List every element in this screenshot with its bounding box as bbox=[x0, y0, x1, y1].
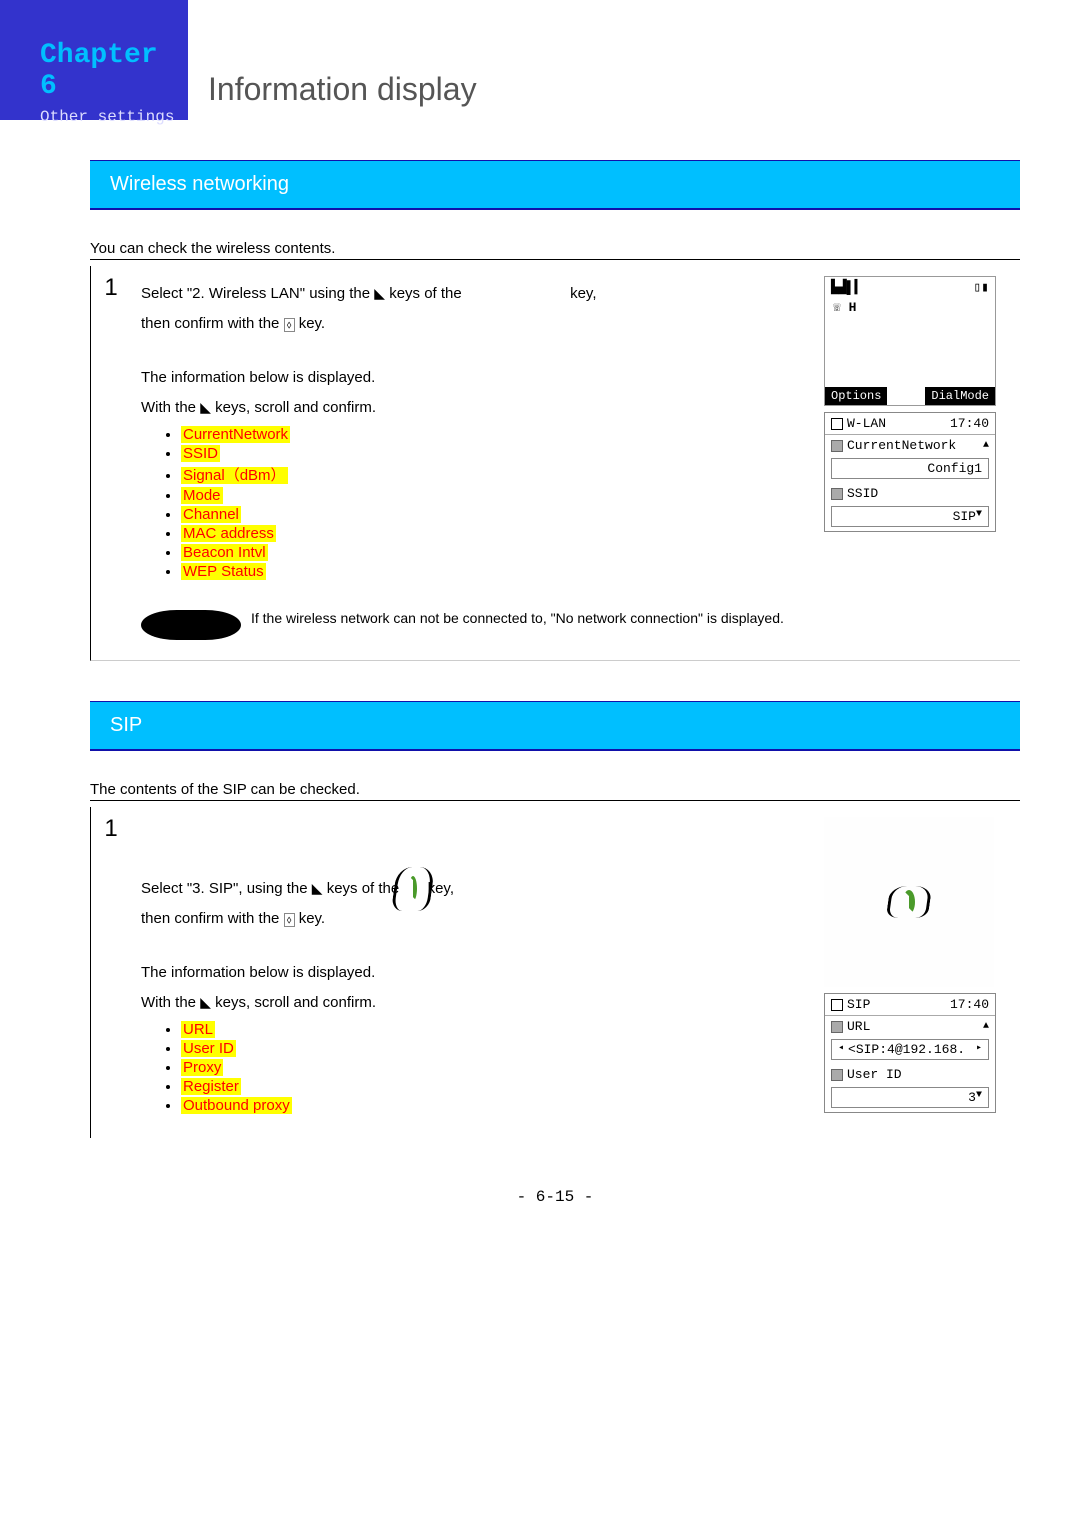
logo-icon bbox=[409, 876, 417, 901]
text: then confirm with the bbox=[141, 315, 284, 332]
text: The information below is displayed. bbox=[141, 366, 804, 390]
phone-screen-wlan: W-LAN 17:40 CurrentNetwork ▲ Config1 SSID… bbox=[824, 412, 996, 532]
sip-intro: The contents of the SIP can be checked. bbox=[90, 781, 1020, 801]
list-item: User ID bbox=[181, 1040, 236, 1057]
screen-value: <SIP:4@192.168. bbox=[844, 1042, 976, 1057]
softkey-left: Options bbox=[825, 387, 887, 405]
nav-pointer-icon: ◣ bbox=[312, 880, 323, 896]
nav-pointer-icon: ◣ bbox=[200, 994, 211, 1010]
wireless-step: 1 Select "2. Wireless LAN" using the ◣ k… bbox=[90, 266, 1020, 661]
text: Select "2. Wireless LAN" using the bbox=[141, 285, 374, 302]
phone-screen-idle: ▙▟▌▍ ▯▮ ☏ H Options DialMode bbox=[824, 276, 996, 406]
text: keys, scroll and confirm. bbox=[215, 399, 376, 416]
section-sip: SIP bbox=[90, 701, 1020, 751]
text: keys of the bbox=[327, 880, 404, 897]
note-badge-icon bbox=[141, 610, 241, 640]
text: key, bbox=[428, 880, 454, 897]
text: keys, scroll and confirm. bbox=[215, 994, 376, 1011]
screen-row: User ID bbox=[847, 1067, 902, 1082]
screen-title: W-LAN bbox=[847, 416, 886, 431]
arrow-right-icon: ▸ bbox=[976, 1042, 982, 1057]
page-number: - 6-15 - bbox=[90, 1188, 1020, 1206]
text: key. bbox=[299, 910, 325, 927]
screen-time: 17:40 bbox=[950, 997, 989, 1012]
list-item: MAC address bbox=[181, 525, 276, 542]
scroll-down-icon: ▼ bbox=[976, 509, 982, 524]
screen-value: SIP bbox=[838, 509, 976, 524]
list-item: Mode bbox=[181, 487, 223, 504]
screen-title: SIP bbox=[847, 997, 870, 1012]
phone-screen-sip: SIP 17:40 URL▲ ◂<SIP:4@192.168.▸ User ID… bbox=[824, 993, 996, 1113]
page-title: Information display bbox=[188, 71, 477, 120]
scroll-up-icon: ▲ bbox=[983, 440, 989, 451]
scroll-down-icon: ▼ bbox=[976, 1090, 982, 1105]
text: With the bbox=[141, 994, 200, 1011]
chapter-number: Chapter 6 bbox=[40, 40, 178, 102]
text: keys of the bbox=[389, 285, 466, 302]
sip-fields-list: URL User ID Proxy Register Outbound prox… bbox=[181, 1021, 804, 1114]
confirm-key-icon: ⬨ bbox=[284, 913, 295, 927]
wireless-intro: You can check the wireless contents. bbox=[90, 240, 1020, 260]
screen-value: Config1 bbox=[838, 461, 982, 476]
text: key, bbox=[570, 285, 596, 302]
confirm-key-icon: ⬨ bbox=[284, 318, 295, 332]
list-item: Outbound proxy bbox=[181, 1097, 292, 1114]
nav-pointer-icon: ◣ bbox=[200, 399, 211, 415]
screen-row: SSID bbox=[847, 486, 878, 501]
list-item: CurrentNetwork bbox=[181, 426, 290, 443]
screen-row: CurrentNetwork bbox=[847, 438, 956, 453]
text: The information below is displayed. bbox=[141, 961, 804, 985]
list-item: WEP Status bbox=[181, 563, 266, 580]
list-item: Channel bbox=[181, 506, 241, 523]
wireless-fields-list: CurrentNetwork SSID Signal（dBm） Mode Cha… bbox=[181, 426, 804, 580]
step-number: 1 bbox=[91, 266, 131, 660]
section-wireless: Wireless networking bbox=[90, 160, 1020, 210]
nav-pointer-icon: ◣ bbox=[374, 285, 385, 301]
screen-time: 17:40 bbox=[950, 416, 989, 431]
scroll-up-icon: ▲ bbox=[983, 1021, 989, 1032]
text: With the bbox=[141, 399, 200, 416]
softkey-right: DialMode bbox=[925, 387, 995, 405]
list-item: Signal（dBm） bbox=[181, 467, 288, 484]
list-item: Register bbox=[181, 1078, 241, 1095]
text: key. bbox=[299, 315, 325, 332]
chapter-sidebar: Chapter 6 Other settings bbox=[0, 0, 188, 120]
list-item: URL bbox=[181, 1021, 215, 1038]
signal-icon: ▙▟▌▍ bbox=[831, 280, 862, 295]
sip-step: 1 Select "3. SIP", using the ◣ keys of t… bbox=[90, 807, 1020, 1138]
list-item: Proxy bbox=[181, 1059, 223, 1076]
list-item: Beacon Intvl bbox=[181, 544, 268, 561]
screen-value: 3 bbox=[838, 1090, 976, 1105]
note-text: If the wireless network can not be conne… bbox=[251, 610, 794, 626]
chapter-subtitle: Other settings bbox=[40, 108, 178, 126]
step-number: 1 bbox=[91, 807, 131, 1138]
handset-icon: ☏ H bbox=[825, 298, 995, 317]
screen-row: URL bbox=[847, 1019, 870, 1034]
list-item: SSID bbox=[181, 445, 220, 462]
battery-icon: ▯▮ bbox=[973, 280, 989, 295]
logo-image bbox=[824, 817, 994, 987]
text: Select "3. SIP", using the bbox=[141, 880, 312, 897]
text: then confirm with the bbox=[141, 910, 284, 927]
